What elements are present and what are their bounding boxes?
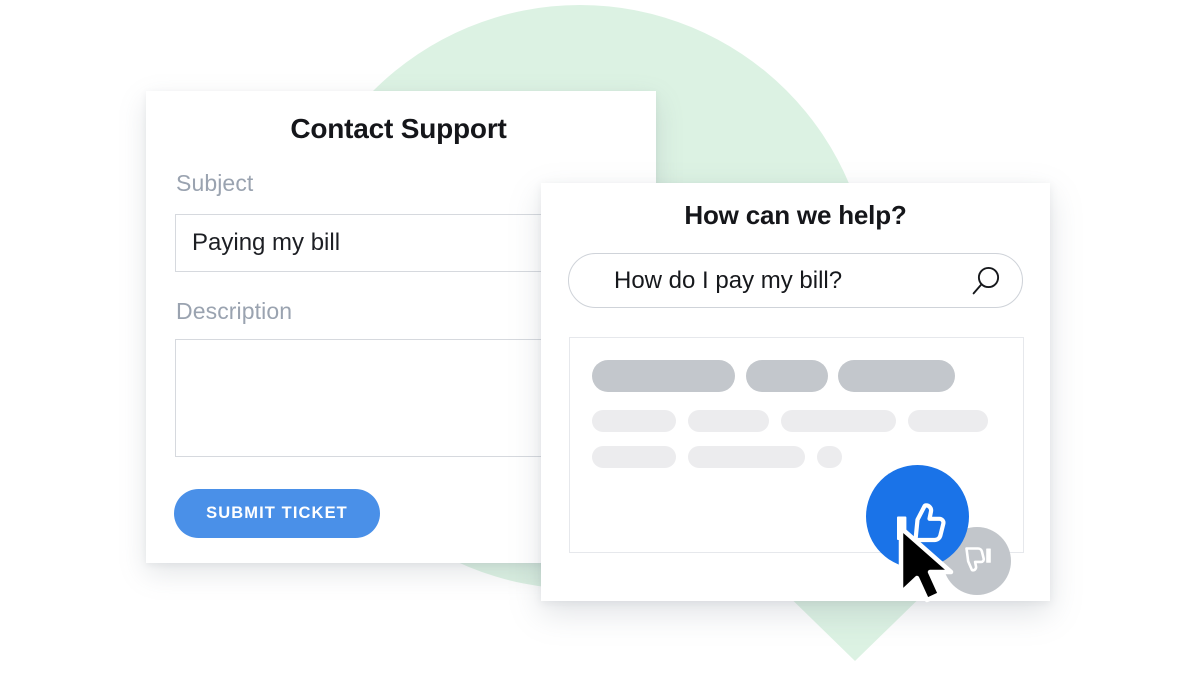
description-label: Description [176,298,293,324]
illustration-stage: Contact Support Subject Paying my bill D… [0,0,1200,675]
thumbs-up-button[interactable] [866,465,969,568]
help-search-bar[interactable]: How do I pay my bill? [568,253,1023,308]
skeleton-bar [592,410,676,432]
skeleton-bar [592,446,676,468]
skeleton-bar [688,446,805,468]
help-search-input[interactable]: How do I pay my bill? [614,254,842,307]
skeleton-bar [688,410,769,432]
skeleton-bar [908,410,988,432]
search-icon[interactable] [970,265,1002,297]
skeleton-bar [746,360,828,392]
submit-ticket-button[interactable]: SUBMIT TICKET [174,489,380,538]
contact-support-title: Contact Support [290,113,507,144]
thumbs-up-icon [896,502,945,542]
help-panel-title: How can we help? [684,200,907,230]
thumbs-down-icon [965,547,991,572]
subject-label: Subject [176,170,254,196]
skeleton-bar [838,360,955,392]
skeleton-bar [781,410,896,432]
skeleton-bar [817,446,842,468]
skeleton-bar [592,360,735,392]
